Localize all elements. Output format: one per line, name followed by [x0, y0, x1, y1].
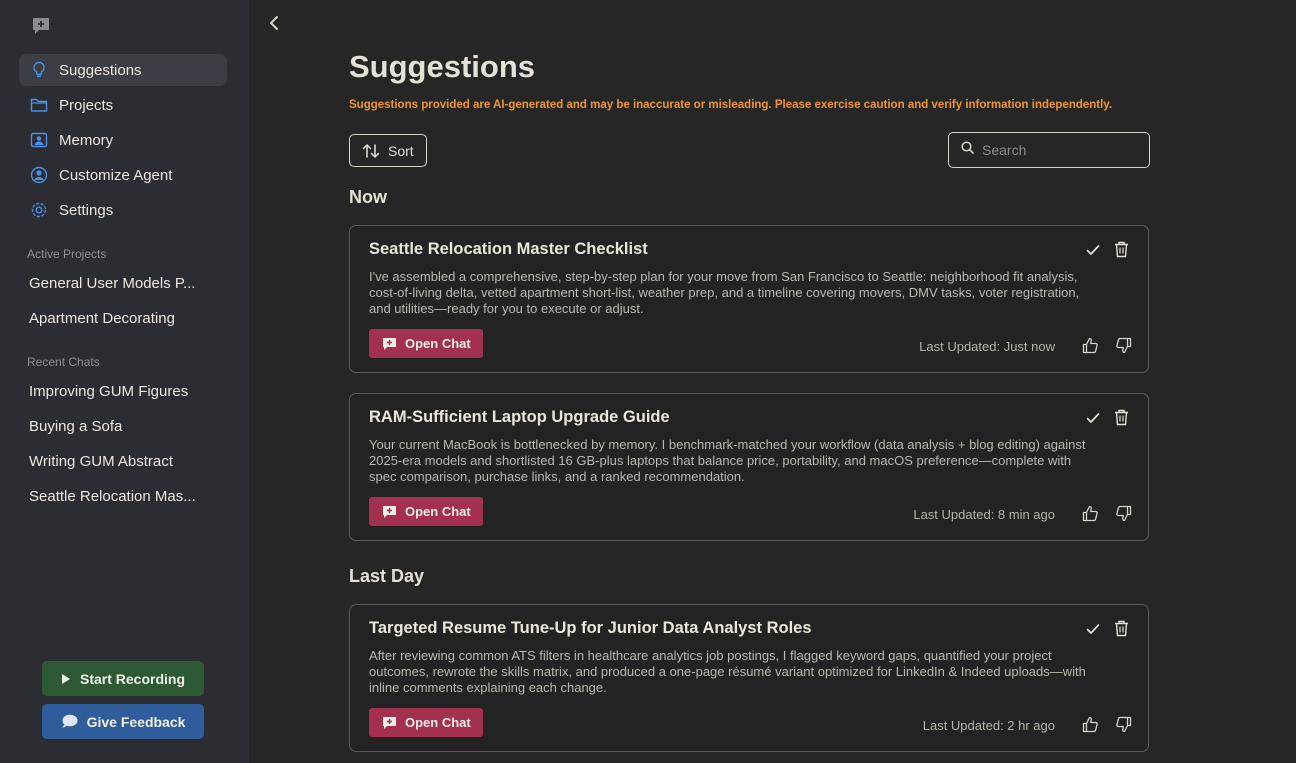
sidebar-item-customize-agent[interactable]: Customize Agent: [19, 159, 227, 191]
last-updated-text: Last Updated: Just now: [919, 339, 1055, 354]
collapse-sidebar-chevron-left-icon[interactable]: [265, 13, 283, 33]
sidebar-item-label: Suggestions: [59, 61, 142, 79]
thumbs-down-icon[interactable]: [1115, 505, 1132, 527]
recent-chat-item[interactable]: Seattle Relocation Mas...: [29, 488, 204, 505]
search-icon: [961, 141, 974, 159]
sort-button[interactable]: Sort: [349, 134, 427, 167]
search-input[interactable]: [982, 142, 1142, 158]
page-title: Suggestions: [349, 49, 536, 84]
card-description: I've assembled a comprehensive, step-by-…: [369, 269, 1080, 316]
group-title-now: Now: [349, 187, 387, 207]
sidebar: Suggestions Projects Memory Customize Ag…: [0, 0, 249, 763]
chat-plus-icon: [382, 337, 397, 351]
sidebar-item-projects[interactable]: Projects: [19, 89, 227, 121]
suggestion-card: Targeted Resume Tune-Up for Junior Data …: [349, 604, 1149, 752]
sidebar-item-label: Projects: [59, 96, 114, 114]
card-title: Seattle Relocation Master Checklist: [369, 240, 648, 258]
thumbs-up-icon[interactable]: [1082, 716, 1099, 738]
active-projects-label: Active Projects: [27, 247, 107, 261]
give-feedback-label: Give Feedback: [86, 713, 186, 730]
open-chat-label: Open Chat: [405, 504, 471, 519]
card-description: After reviewing common ATS filters in he…: [369, 648, 1086, 695]
card-title: RAM-Sufficient Laptop Upgrade Guide: [369, 408, 670, 426]
sidebar-nav: Suggestions Projects Memory Customize Ag…: [19, 54, 227, 229]
recent-chat-item[interactable]: Buying a Sofa: [29, 418, 204, 435]
delete-trash-icon[interactable]: [1114, 409, 1129, 431]
open-chat-label: Open Chat: [405, 336, 471, 351]
suggestion-card: Seattle Relocation Master Checklist I've…: [349, 225, 1149, 373]
chat-plus-icon: [382, 505, 397, 519]
settings-gear-icon: [30, 201, 48, 219]
thumbs-up-icon[interactable]: [1082, 505, 1099, 527]
sort-label: Sort: [388, 142, 414, 159]
last-updated-text: Last Updated: 2 hr ago: [922, 718, 1055, 733]
folder-icon: [30, 96, 48, 114]
sidebar-item-suggestions[interactable]: Suggestions: [19, 54, 227, 86]
chat-plus-icon: [382, 716, 397, 730]
give-feedback-button[interactable]: Give Feedback: [42, 704, 204, 739]
ai-warning-text: Suggestions provided are AI-generated an…: [349, 99, 1113, 111]
sort-arrows-icon: [362, 143, 380, 159]
thumbs-up-icon[interactable]: [1082, 337, 1099, 359]
chat-bubble-icon: [61, 714, 78, 729]
project-item[interactable]: General User Models P...: [29, 275, 204, 292]
memory-icon: [30, 131, 48, 149]
card-description: Your current MacBook is bottlenecked by …: [369, 437, 1086, 484]
user-circle-icon: [30, 166, 48, 184]
delete-trash-icon[interactable]: [1114, 241, 1129, 263]
accept-check-icon[interactable]: [1085, 242, 1101, 263]
lightbulb-icon: [30, 61, 48, 79]
app-logo-icon[interactable]: [31, 16, 51, 36]
recent-chat-item[interactable]: Writing GUM Abstract: [29, 453, 204, 470]
recent-chats-label: Recent Chats: [27, 355, 100, 369]
start-recording-button[interactable]: Start Recording: [42, 661, 204, 696]
start-recording-label: Start Recording: [79, 670, 185, 687]
open-chat-button[interactable]: Open Chat: [369, 329, 483, 358]
sidebar-item-settings[interactable]: Settings: [19, 194, 227, 226]
open-chat-button[interactable]: Open Chat: [369, 497, 483, 526]
suggestion-card: RAM-Sufficient Laptop Upgrade Guide Your…: [349, 393, 1149, 541]
last-updated-text: Last Updated: 8 min ago: [913, 507, 1055, 522]
recent-chat-item[interactable]: Improving GUM Figures: [29, 383, 204, 400]
accept-check-icon[interactable]: [1085, 410, 1101, 431]
sidebar-item-label: Customize Agent: [59, 166, 173, 184]
accept-check-icon[interactable]: [1085, 621, 1101, 642]
open-chat-button[interactable]: Open Chat: [369, 708, 483, 737]
thumbs-down-icon[interactable]: [1115, 337, 1132, 359]
sidebar-item-label: Memory: [59, 131, 114, 149]
card-title: Targeted Resume Tune-Up for Junior Data …: [369, 619, 812, 637]
sidebar-item-memory[interactable]: Memory: [19, 124, 227, 156]
delete-trash-icon[interactable]: [1114, 620, 1129, 642]
sidebar-item-label: Settings: [59, 201, 114, 219]
group-title-last-day: Last Day: [349, 566, 425, 586]
play-icon: [61, 673, 71, 685]
open-chat-label: Open Chat: [405, 715, 471, 730]
thumbs-down-icon[interactable]: [1115, 716, 1132, 738]
project-item[interactable]: Apartment Decorating: [29, 310, 204, 327]
search-box: [948, 132, 1150, 168]
